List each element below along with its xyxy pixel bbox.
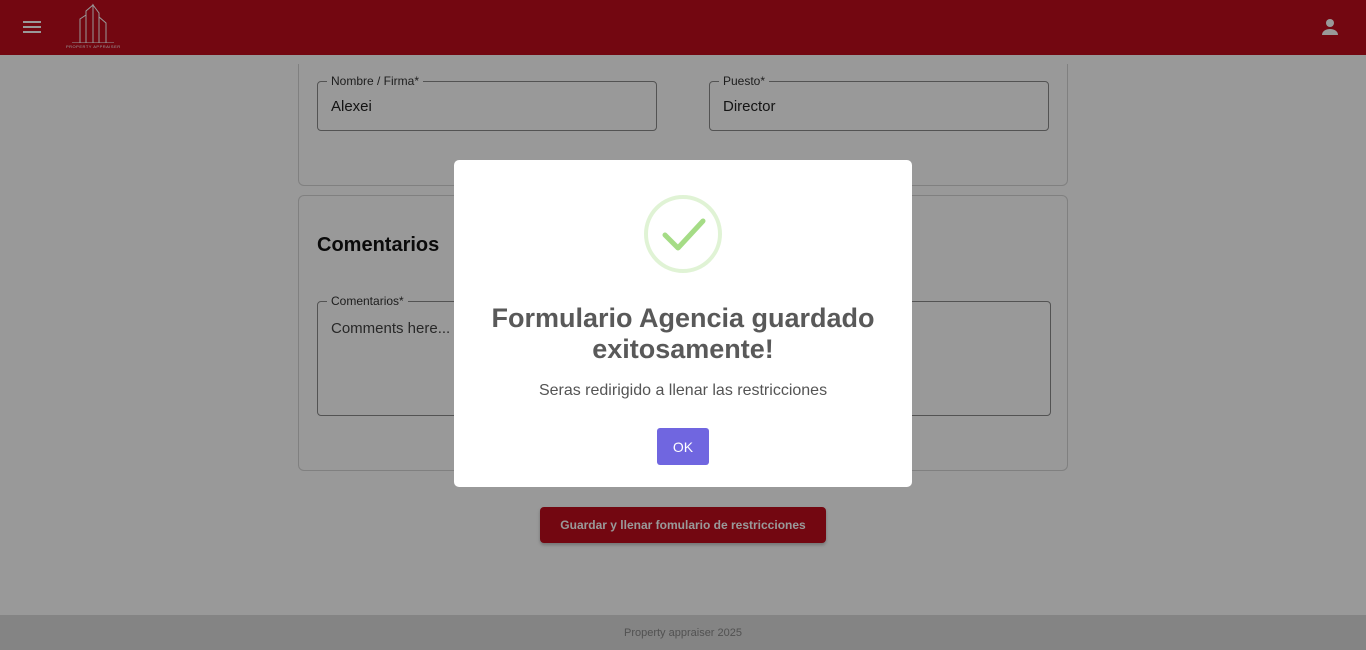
success-check-icon [644,195,722,273]
ok-button[interactable]: OK [657,428,709,465]
dialog-message: Seras redirigido a llenar las restriccio… [538,382,828,399]
success-dialog: Formulario Agencia guardado exitosamente… [454,160,912,487]
dialog-title: Formulario Agencia guardado exitosamente… [491,303,875,364]
